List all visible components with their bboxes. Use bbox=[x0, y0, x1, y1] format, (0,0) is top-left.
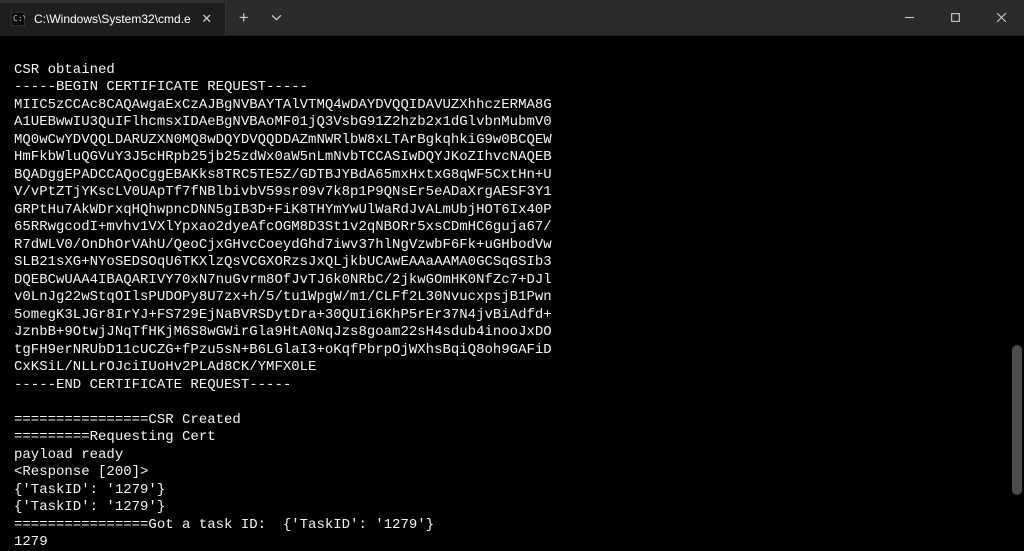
tab-close-button[interactable]: ✕ bbox=[199, 11, 215, 27]
window-controls bbox=[886, 0, 1024, 36]
cmd-icon: C:\ bbox=[10, 11, 26, 27]
terminal-text: CSR obtained -----BEGIN CERTIFICATE REQU… bbox=[14, 62, 1010, 551]
close-window-button[interactable] bbox=[978, 0, 1024, 36]
new-tab-button[interactable]: + bbox=[226, 1, 262, 35]
titlebar: C:\ C:\Windows\System32\cmd.e ✕ + bbox=[0, 0, 1024, 36]
terminal-output[interactable]: CSR obtained -----BEGIN CERTIFICATE REQU… bbox=[0, 36, 1024, 551]
scrollbar-track[interactable] bbox=[1012, 36, 1022, 551]
scrollbar-thumb[interactable] bbox=[1012, 345, 1022, 495]
svg-text:C:\: C:\ bbox=[13, 14, 25, 23]
minimize-button[interactable] bbox=[886, 0, 932, 36]
tab-dropdown-button[interactable] bbox=[262, 1, 292, 35]
maximize-button[interactable] bbox=[932, 0, 978, 36]
active-tab[interactable]: C:\ C:\Windows\System32\cmd.e ✕ bbox=[0, 2, 226, 36]
tab-title: C:\Windows\System32\cmd.e bbox=[34, 12, 191, 26]
